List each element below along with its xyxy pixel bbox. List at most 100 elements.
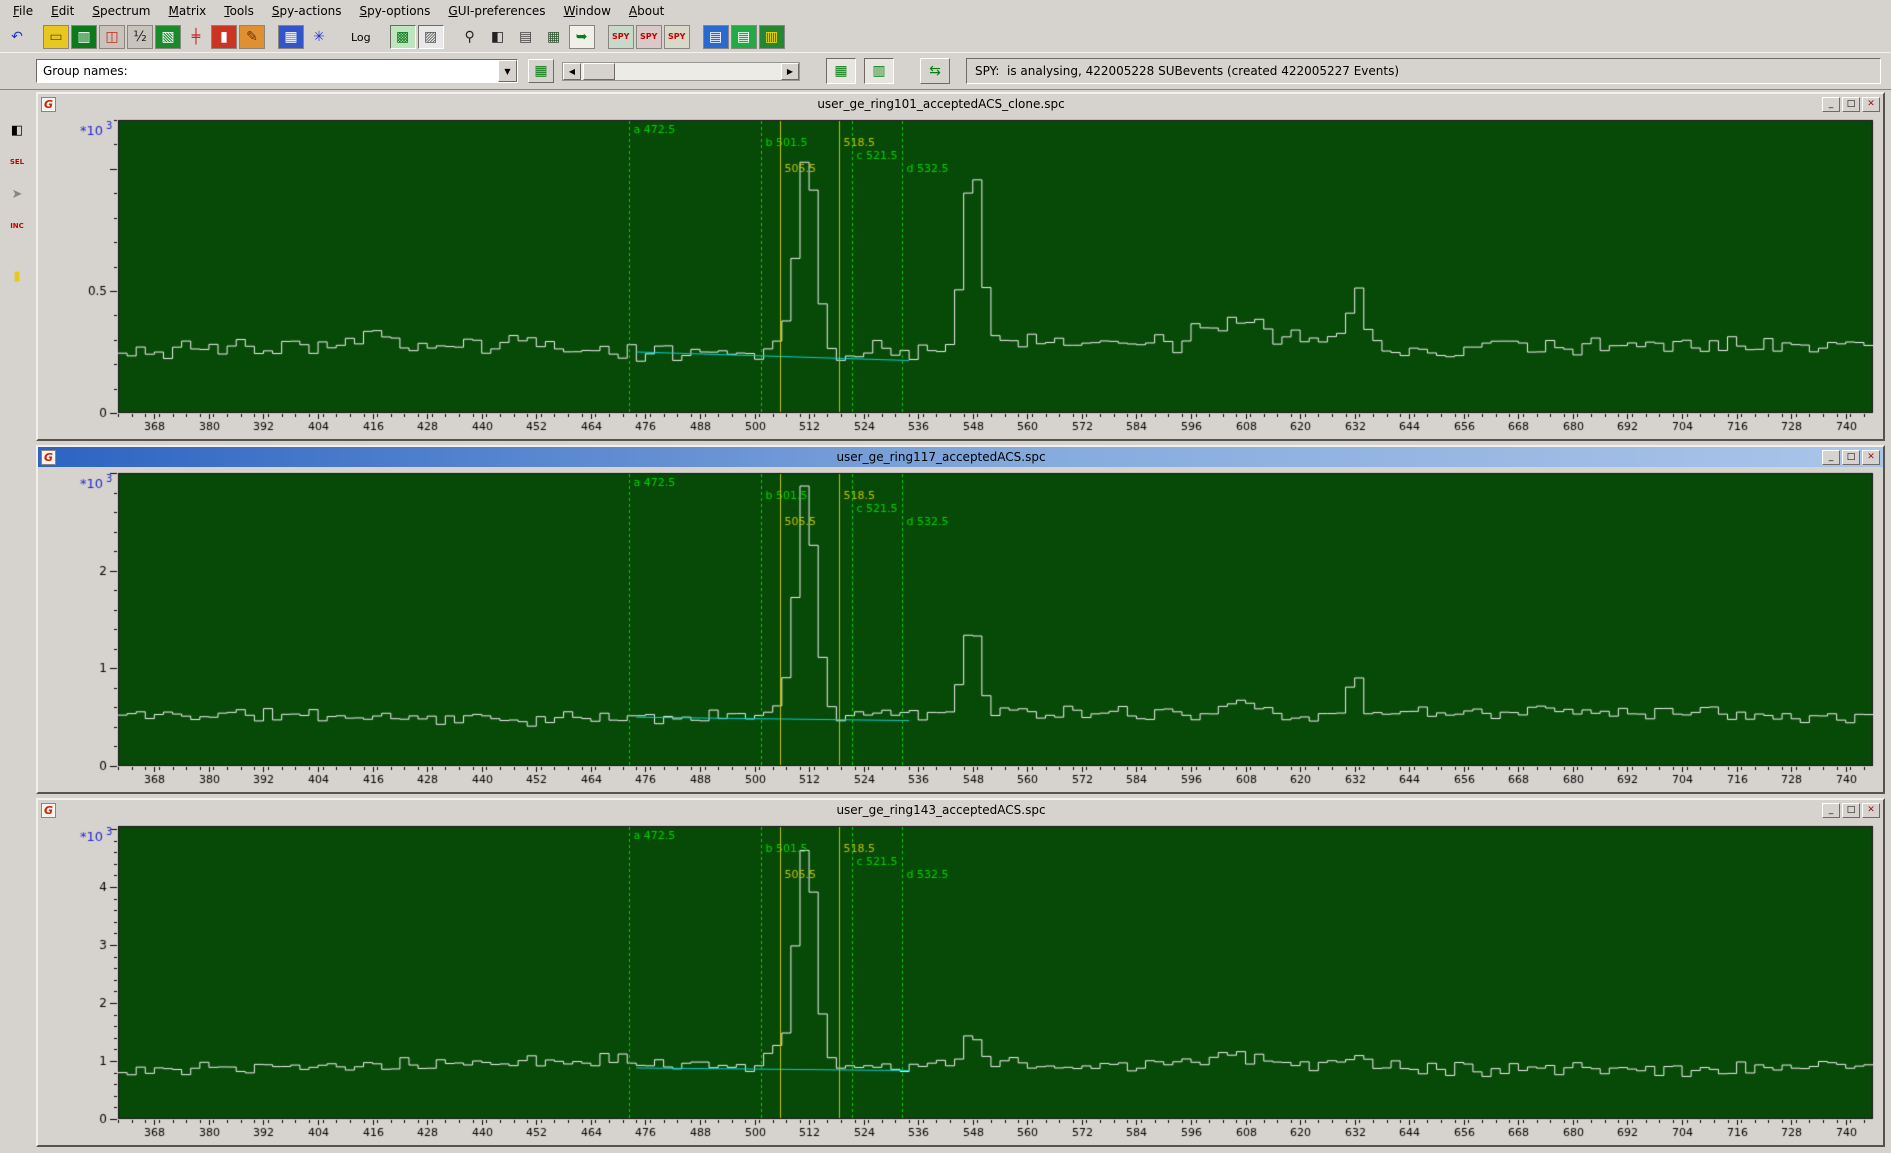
menu-gui-preferences[interactable]: GUI-preferences: [439, 1, 554, 21]
window-titlebar[interactable]: G user_ge_ring143_acceptedACS.spc _ □ ✕: [38, 800, 1883, 820]
peak-width-icon[interactable]: ╪: [183, 25, 209, 49]
annotate-icon-glyph: ✎: [246, 30, 258, 44]
spy-restart-icon[interactable]: SPY: [636, 25, 662, 49]
invert-icon-glyph: ◧: [491, 30, 504, 44]
scroll-right-icon[interactable]: ▶: [781, 63, 799, 80]
export-icon-glyph: ➥: [576, 30, 588, 44]
group-edit-icon: ▦: [534, 64, 547, 78]
spy-stop-icon-glyph: SPY: [668, 33, 685, 41]
inc-icon[interactable]: INC: [7, 216, 27, 236]
menu-tools[interactable]: Tools: [215, 1, 263, 21]
inc-icon-glyph: INC: [10, 223, 24, 230]
gate-spectra-icon[interactable]: ▤: [731, 25, 757, 49]
zoom-last-icon[interactable]: ▭: [43, 25, 69, 49]
undo-icon[interactable]: ↶: [4, 25, 30, 49]
overlay-spectra-icon-glyph: ▧: [161, 30, 174, 44]
show-spectrum-icon[interactable]: ▥: [71, 25, 97, 49]
invert-icon[interactable]: ◧: [485, 25, 511, 49]
close-button[interactable]: ✕: [1862, 803, 1880, 818]
menu-spectrum[interactable]: Spectrum: [83, 1, 159, 21]
menu-about[interactable]: About: [620, 1, 674, 21]
overlay-spectra-icon[interactable]: ▧: [155, 25, 181, 49]
condition-icon[interactable]: ▥: [759, 25, 785, 49]
update-displays-button[interactable]: ⇆: [920, 58, 950, 84]
maximize-button[interactable]: □: [1842, 97, 1860, 112]
maximize-button[interactable]: □: [1842, 803, 1860, 818]
marker-bw-icon[interactable]: ◧: [7, 120, 27, 140]
tile-displays-button[interactable]: ▦: [826, 58, 856, 84]
select-region-icon-glyph: ▨: [424, 30, 437, 44]
stack-displays-icon: ▥: [872, 64, 885, 78]
log-scale-button[interactable]: Log: [345, 25, 377, 49]
annotate-icon[interactable]: ✎: [239, 25, 265, 49]
spectrum-plot[interactable]: [38, 114, 1883, 439]
scrollbar-track[interactable]: [581, 63, 781, 80]
window-titlebar[interactable]: G user_ge_ring101_acceptedACS_clone.spc …: [38, 94, 1883, 114]
window-title: user_ge_ring117_acceptedACS.spc: [60, 450, 1822, 464]
scroll-left-icon[interactable]: ◀: [563, 63, 581, 80]
erase-icon[interactable]: ▮: [211, 25, 237, 49]
update-displays-icon: ⇆: [929, 64, 941, 78]
stack-displays-button[interactable]: ▥: [864, 58, 894, 84]
pointer-icon-glyph: ➤: [12, 188, 23, 201]
expand-region-icon[interactable]: ▩: [390, 25, 416, 49]
spectrum-plot[interactable]: [38, 820, 1883, 1145]
spectrum-window: G user_ge_ring143_acceptedACS.spc _ □ ✕: [36, 798, 1885, 1147]
marker-bw-icon-glyph: ◧: [11, 124, 23, 137]
window-g-icon: G: [41, 97, 56, 112]
table-icon-glyph: ▦: [547, 30, 560, 44]
window-titlebar[interactable]: G user_ge_ring117_acceptedACS.spc _ □ ✕: [38, 447, 1883, 467]
close-button[interactable]: ✕: [1862, 97, 1880, 112]
combo-dropdown-icon[interactable]: ▼: [498, 60, 517, 82]
menu-spy-options[interactable]: Spy-options: [351, 1, 440, 21]
minimize-button[interactable]: _: [1822, 97, 1840, 112]
group-edit-button[interactable]: ▦: [528, 59, 554, 83]
sel-icon-glyph: SEL: [10, 159, 24, 166]
menu-matrix[interactable]: Matrix: [160, 1, 216, 21]
half-scale-icon-glyph: ½: [133, 30, 147, 44]
show-spectrum-icon-glyph: ▥: [77, 30, 90, 44]
gate-spectra-icon-glyph: ▤: [737, 30, 750, 44]
plot-area: [38, 820, 1883, 1145]
palette-icon-glyph: ▮: [13, 270, 20, 283]
peak-width-icon-glyph: ╪: [192, 30, 200, 44]
main-toolbar: ↶▭▥◫½▧╪▮✎▦✳Log▩▨⚲◧▤▦➥SPYSPYSPY▤▤▥: [0, 22, 1891, 52]
export-icon[interactable]: ➥: [569, 25, 595, 49]
table-icon[interactable]: ▦: [541, 25, 567, 49]
menu-window[interactable]: Window: [555, 1, 620, 21]
group-names-value[interactable]: Group names:: [37, 60, 498, 82]
split-display-icon[interactable]: ◫: [99, 25, 125, 49]
menu-spy-actions[interactable]: Spy-actions: [263, 1, 351, 21]
group-names-combo[interactable]: Group names: ▼: [36, 59, 518, 83]
matrix-view-icon[interactable]: ▦: [278, 25, 304, 49]
scrollbar-thumb[interactable]: [583, 63, 615, 80]
zoom-icon-glyph: ⚲: [465, 30, 475, 44]
sel-icon[interactable]: SEL: [7, 152, 27, 172]
spectrum-plot[interactable]: [38, 467, 1883, 792]
print-icon[interactable]: ▤: [513, 25, 539, 49]
tile-displays-icon: ▦: [834, 64, 847, 78]
group-scrollbar[interactable]: ◀ ▶: [562, 62, 800, 81]
spy-stop-icon[interactable]: SPY: [664, 25, 690, 49]
spectrum-window: G user_ge_ring101_acceptedACS_clone.spc …: [36, 92, 1885, 441]
mdi-area: G user_ge_ring101_acceptedACS_clone.spc …: [34, 90, 1891, 1153]
window-title: user_ge_ring143_acceptedACS.spc: [60, 803, 1822, 817]
select-region-icon[interactable]: ▨: [418, 25, 444, 49]
pointer-icon[interactable]: ➤: [7, 184, 27, 204]
minimize-button[interactable]: _: [1822, 450, 1840, 465]
menu-file[interactable]: File: [4, 1, 42, 21]
sum-spectra-icon-glyph: ▤: [709, 30, 722, 44]
spy-view-icon[interactable]: SPY: [608, 25, 634, 49]
zoom-icon[interactable]: ⚲: [457, 25, 483, 49]
freeze-icon[interactable]: ✳: [306, 25, 332, 49]
minimize-button[interactable]: _: [1822, 803, 1840, 818]
half-scale-icon[interactable]: ½: [127, 25, 153, 49]
expand-region-icon-glyph: ▩: [396, 30, 409, 44]
plot-area: [38, 114, 1883, 439]
close-button[interactable]: ✕: [1862, 450, 1880, 465]
sum-spectra-icon[interactable]: ▤: [703, 25, 729, 49]
menu-edit[interactable]: Edit: [42, 1, 83, 21]
palette-icon[interactable]: ▮: [7, 266, 27, 286]
matrix-view-icon-glyph: ▦: [284, 30, 297, 44]
maximize-button[interactable]: □: [1842, 450, 1860, 465]
